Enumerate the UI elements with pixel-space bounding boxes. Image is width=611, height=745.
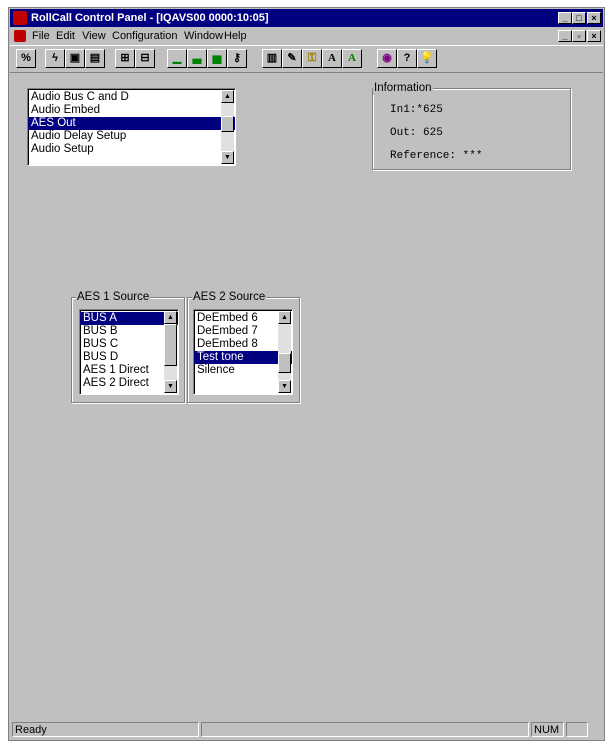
mdi-restore-button[interactable]: ▫ <box>572 30 586 42</box>
aes1-source-group: AES 1 Source BUS A BUS B BUS C BUS D AES 1 D… <box>71 290 185 403</box>
lightning-icon[interactable]: ϟ <box>45 49 65 68</box>
status-text: Ready <box>12 722 199 737</box>
toolbar: % ϟ ▣ ▤ ⊞ ⊟ ▁ ▃ ▅ ⚷ ▥ ✎ ⚿ A A ◉ ? 💡 <box>10 45 603 73</box>
window-title: RollCall Control Panel - [IQAVS00 0000:1… <box>31 12 269 24</box>
aes1-source-label: AES 1 Source <box>76 290 151 304</box>
menu-list-scrollbar[interactable]: ▲ ▼ <box>221 90 234 164</box>
save-all-icon[interactable]: ▤ <box>85 49 105 68</box>
main-window: RollCall Control Panel - [IQAVS00 0000:1… <box>8 7 605 741</box>
save-icon[interactable]: ▣ <box>65 49 85 68</box>
status-panel-extra <box>566 722 588 737</box>
document-icon[interactable] <box>14 30 26 42</box>
network-up-icon[interactable]: ⊟ <box>135 49 155 68</box>
scroll-up-icon[interactable]: ▲ <box>164 311 177 324</box>
aes2-source-listbox[interactable]: DeEmbed 6 DeEmbed 7 DeEmbed 8 Test tone Sile… <box>193 309 293 395</box>
scroll-thumb[interactable] <box>164 324 177 366</box>
maximize-button[interactable]: □ <box>572 12 586 24</box>
key-icon[interactable]: ⚷ <box>227 49 247 68</box>
bar-high-icon[interactable]: ▅ <box>207 49 227 68</box>
mdi-close-button[interactable]: × <box>587 30 601 42</box>
menu-window[interactable]: Window <box>184 27 223 45</box>
menu-configuration[interactable]: Configuration <box>112 27 177 45</box>
status-panel-empty <box>201 722 529 737</box>
reference-value: Reference: *** <box>390 150 483 162</box>
menu-bar: File Edit View Configuration Window Help… <box>10 27 603 45</box>
scroll-up-icon[interactable]: ▲ <box>278 311 291 324</box>
aes1-source-listbox[interactable]: BUS A BUS B BUS C BUS D AES 1 Direct AES 2 Di… <box>79 309 179 395</box>
out-value: Out: 625 <box>390 127 443 139</box>
lock-icon[interactable]: ⚿ <box>302 49 322 68</box>
in1-value: In1:*625 <box>390 104 443 116</box>
minimize-button[interactable]: _ <box>558 12 572 24</box>
aes1-scrollbar[interactable]: ▲ ▼ <box>164 311 177 393</box>
menu-file[interactable]: File <box>32 27 50 45</box>
bar-low-icon[interactable]: ▁ <box>167 49 187 68</box>
information-label: Information <box>373 81 433 95</box>
num-indicator: NUM <box>531 722 564 737</box>
menu-list-item[interactable]: Audio Embed <box>28 104 235 117</box>
tips-icon[interactable]: 💡 <box>417 49 437 68</box>
scroll-up-icon[interactable]: ▲ <box>221 90 234 103</box>
menu-list-item[interactable]: AES Out <box>28 117 235 130</box>
scroll-down-icon[interactable]: ▼ <box>221 151 234 164</box>
menu-listbox[interactable]: Audio Bus C and D Audio Embed AES Out Audio… <box>27 88 236 166</box>
scroll-thumb[interactable] <box>278 353 291 373</box>
help-icon[interactable]: ? <box>397 49 417 68</box>
title-bar[interactable]: RollCall Control Panel - [IQAVS00 0000:1… <box>10 9 603 27</box>
bar-mid-icon[interactable]: ▃ <box>187 49 207 68</box>
document-client-area: Audio Bus C and D Audio Embed AES Out Audio… <box>12 75 601 718</box>
font-a-green-icon[interactable]: A <box>342 49 362 68</box>
menu-list-item[interactable]: Audio Delay Setup <box>28 130 235 143</box>
font-a-icon[interactable]: A <box>322 49 342 68</box>
scroll-thumb[interactable] <box>221 116 234 132</box>
edit-icon[interactable]: ✎ <box>282 49 302 68</box>
app-icon[interactable] <box>13 11 27 25</box>
aes2-source-label: AES 2 Source <box>192 290 267 304</box>
information-group: Information In1:*625 Out: 625 Reference:… <box>372 81 571 170</box>
book-icon[interactable]: ▥ <box>262 49 282 68</box>
menu-list-item[interactable]: Audio Bus C and D <box>28 91 235 104</box>
network-down-icon[interactable]: ⊞ <box>115 49 135 68</box>
menu-view[interactable]: View <box>82 27 106 45</box>
connect-icon[interactable]: % <box>16 49 36 68</box>
status-bar: Ready NUM <box>10 720 603 739</box>
aes2-scrollbar[interactable]: ▲ ▼ <box>278 311 291 393</box>
menu-list-item[interactable]: Audio Setup <box>28 143 235 156</box>
eye-icon[interactable]: ◉ <box>377 49 397 68</box>
menu-edit[interactable]: Edit <box>56 27 75 45</box>
scroll-down-icon[interactable]: ▼ <box>164 380 177 393</box>
menu-help[interactable]: Help <box>224 27 247 45</box>
aes2-source-group: AES 2 Source DeEmbed 6 DeEmbed 7 DeEmbed 8… <box>187 290 300 403</box>
close-button[interactable]: × <box>587 12 601 24</box>
mdi-minimize-button[interactable]: _ <box>558 30 572 42</box>
scroll-down-icon[interactable]: ▼ <box>278 380 291 393</box>
